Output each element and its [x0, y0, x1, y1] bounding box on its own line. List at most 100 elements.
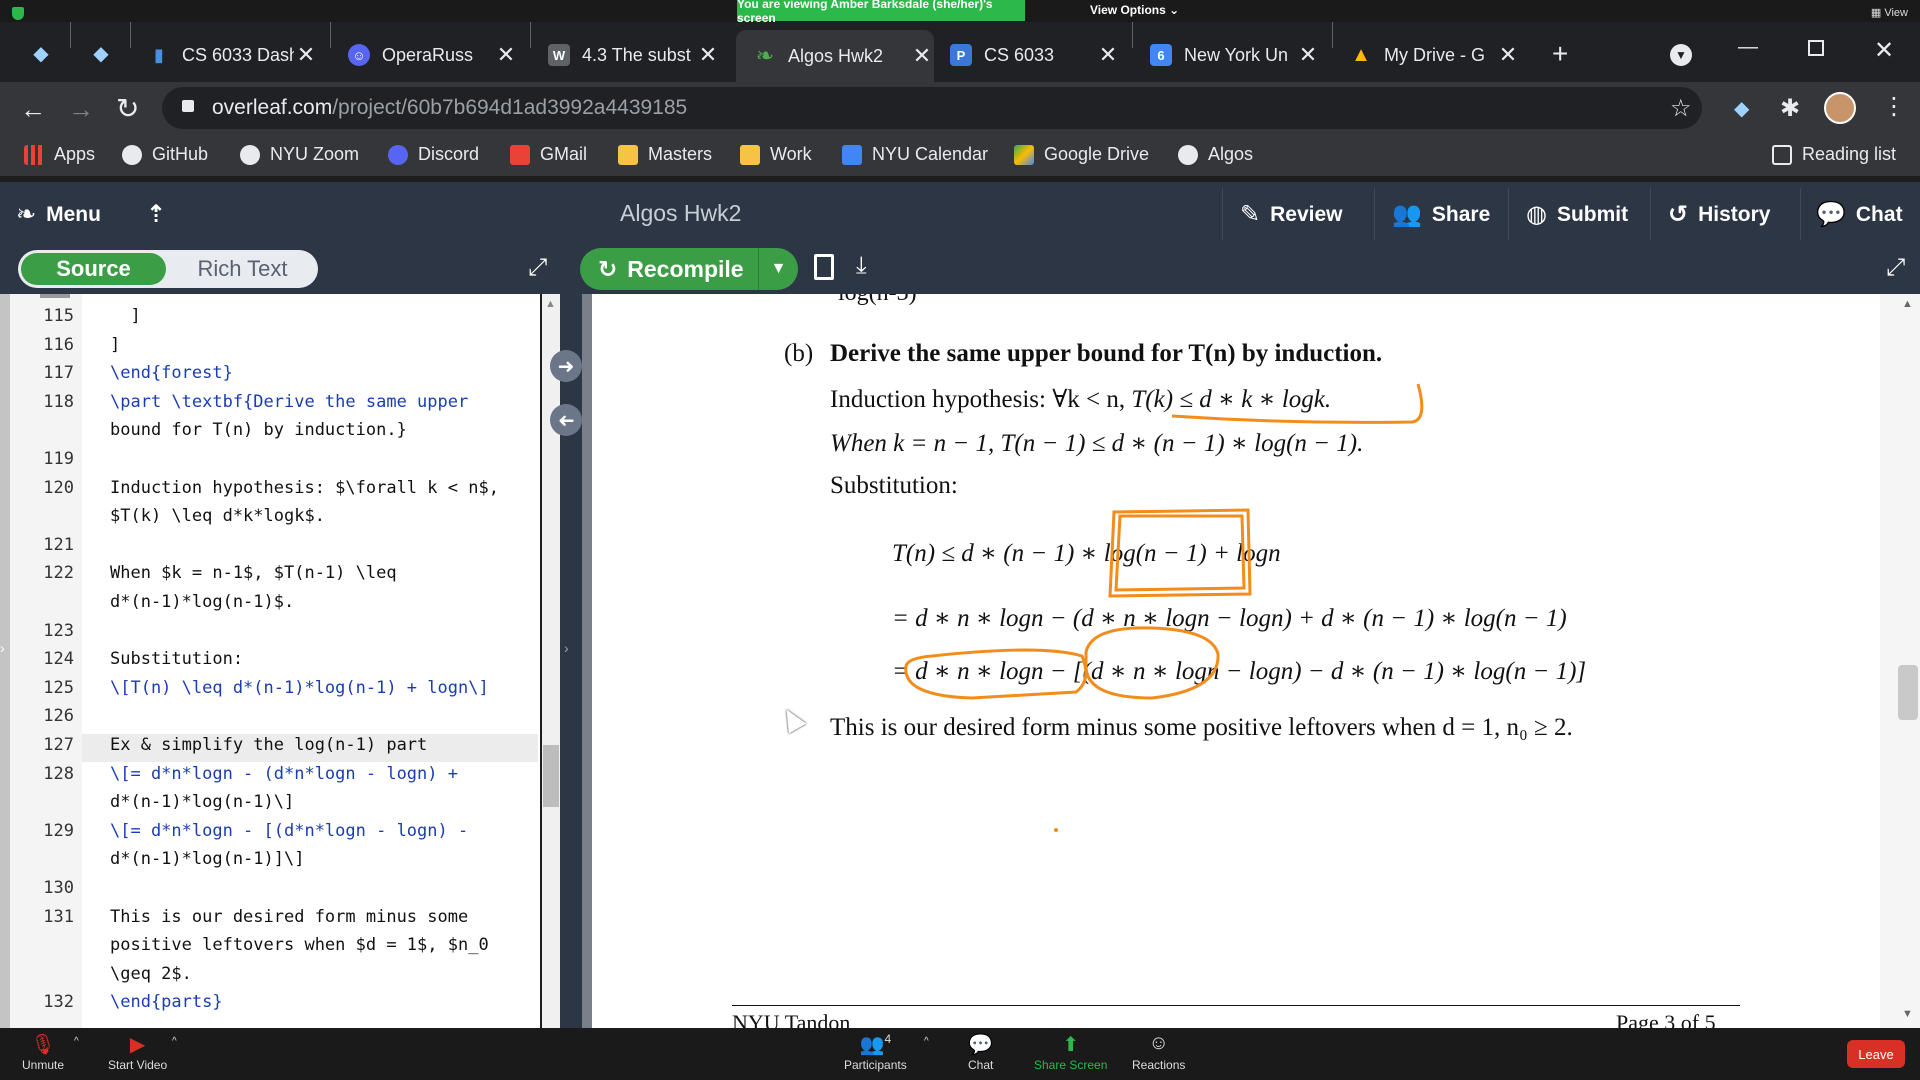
- participants-button[interactable]: 👥4 Participants: [844, 1032, 907, 1072]
- expand-pdf-icon[interactable]: ⤢: [1886, 254, 1905, 282]
- tab-operaruss[interactable]: ☺ OperaRuss ✕: [348, 32, 518, 78]
- back-button[interactable]: ←: [20, 94, 46, 125]
- review-button[interactable]: ✎ Review: [1240, 200, 1342, 229]
- star-icon[interactable]: ☆: [1670, 94, 1692, 123]
- upload-arrow-button[interactable]: ⇡: [146, 200, 176, 229]
- code-line[interactable]: This is our desired form minus some: [110, 907, 468, 927]
- menu-button[interactable]: ❧ Menu: [16, 200, 101, 229]
- code-line[interactable]: \geq 2$.: [110, 964, 192, 984]
- tab-algos-hwk2[interactable]: ❧ Algos Hwk2 ✕: [736, 30, 934, 82]
- left-expand-arrow-icon[interactable]: ›: [0, 640, 5, 656]
- collapse-arrow-icon[interactable]: ›: [564, 640, 569, 656]
- unmute-button[interactable]: 🎙 Unmute: [22, 1032, 64, 1072]
- reading-list-button[interactable]: Reading list: [1772, 144, 1896, 165]
- chat-button-zoom[interactable]: 💬 Chat: [968, 1032, 993, 1072]
- bookmark-apps[interactable]: Apps: [24, 144, 95, 165]
- new-tab-button[interactable]: +: [1552, 38, 1568, 70]
- view-button[interactable]: ▦ View: [1871, 6, 1908, 19]
- tab-cs6033-dash[interactable]: ▮ CS 6033 Dash ✕: [148, 32, 318, 78]
- bookmark-google-drive[interactable]: Google Drive: [1014, 144, 1149, 165]
- scroll-up-arrow[interactable]: ▲: [545, 298, 556, 310]
- close-icon[interactable]: ✕: [696, 42, 720, 68]
- code-line[interactable]: ]: [110, 335, 120, 355]
- code-line[interactable]: positive leftovers when $d = 1$, $n_0: [110, 935, 489, 955]
- minimize-button[interactable]: —: [1738, 36, 1758, 59]
- bookmark-github[interactable]: GitHub: [122, 144, 208, 165]
- tab-new-york-university[interactable]: 6 New York Un ✕: [1150, 32, 1320, 78]
- file-tree-collapsed[interactable]: [0, 294, 10, 1028]
- history-button[interactable]: ↺ History: [1668, 200, 1770, 229]
- code-line[interactable]: d*(n-1)*log(n-1)$.: [110, 592, 294, 612]
- pdf-scrollbar-thumb[interactable]: [1898, 665, 1918, 720]
- start-video-button[interactable]: ▶ Start Video: [108, 1032, 167, 1072]
- rich-text-mode-button[interactable]: Rich Text: [175, 253, 310, 285]
- code-line[interactable]: d*(n-1)*log(n-1)\]: [110, 792, 294, 812]
- chat-button[interactable]: 💬 Chat: [1816, 200, 1903, 229]
- code-line[interactable]: \part \textbf{Derive the same upper: [110, 392, 468, 412]
- close-icon[interactable]: ✕: [910, 43, 934, 69]
- code-line[interactable]: d*(n-1)*log(n-1)]\]: [110, 849, 304, 869]
- code-line[interactable]: ]: [110, 306, 140, 326]
- tab-substitution[interactable]: W 4.3 The subst ✕: [548, 32, 720, 78]
- download-icon[interactable]: ⤓: [856, 252, 867, 280]
- bookmark-work[interactable]: Work: [740, 144, 812, 165]
- tab-my-drive[interactable]: ▲ My Drive - G ✕: [1350, 32, 1520, 78]
- code-line[interactable]: When $k = n-1$, $T(n-1) \leq: [110, 563, 397, 583]
- sync-to-pdf-button[interactable]: ➜: [550, 350, 582, 382]
- participants-options-caret[interactable]: ^: [924, 1036, 929, 1047]
- bookmark-discord[interactable]: Discord: [388, 144, 479, 165]
- leave-button[interactable]: Leave: [1847, 1040, 1905, 1068]
- code-line[interactable]: \end{parts}: [110, 992, 223, 1012]
- document-icon[interactable]: [814, 254, 834, 280]
- bookmark-algos[interactable]: Algos: [1178, 144, 1253, 165]
- close-icon[interactable]: ✕: [1096, 42, 1120, 68]
- bookmark-nyu-calendar[interactable]: NYU Calendar: [842, 144, 988, 165]
- pdf-scroll-up-arrow[interactable]: ▲: [1902, 298, 1913, 310]
- share-button[interactable]: 👥 Share: [1392, 200, 1490, 229]
- bookmark-masters[interactable]: Masters: [618, 144, 712, 165]
- code-line[interactable]: bound for T(n) by induction.}: [110, 420, 407, 440]
- recompile-options-caret[interactable]: ▼: [758, 248, 798, 290]
- bookmark-gmail[interactable]: GMail: [510, 144, 587, 165]
- editor-scrollbar-thumb[interactable]: [543, 745, 559, 807]
- extension-diamond-icon[interactable]: ◆: [1734, 96, 1749, 121]
- project-title[interactable]: Algos Hwk2: [620, 200, 741, 227]
- tab-cs6033[interactable]: P CS 6033 ✕: [950, 32, 1120, 78]
- code-line[interactable]: $T(k) \leq d*k*logk$.: [110, 506, 325, 526]
- restore-button[interactable]: [1808, 40, 1824, 56]
- code-line[interactable]: \end{forest}: [110, 363, 233, 383]
- forward-button[interactable]: →: [68, 94, 94, 125]
- close-icon[interactable]: ✕: [1296, 42, 1320, 68]
- share-screen-button[interactable]: ⬆ Share Screen: [1034, 1032, 1107, 1072]
- close-icon[interactable]: ✕: [494, 42, 518, 68]
- code-line[interactable]: Substitution:: [110, 649, 243, 669]
- avatar[interactable]: [1824, 92, 1856, 124]
- pdf-scroll-down-arrow[interactable]: ▼: [1902, 1008, 1913, 1020]
- expand-editor-icon[interactable]: ⤢: [528, 254, 547, 282]
- puzzle-icon[interactable]: ✱: [1780, 94, 1800, 123]
- recompile-button[interactable]: ↻ Recompile ▼: [580, 248, 798, 290]
- close-window-button[interactable]: ✕: [1874, 36, 1894, 65]
- kebab-menu-icon[interactable]: ⋮: [1882, 92, 1906, 121]
- code-line[interactable]: \[= d*n*logn - (d*n*logn - logn) +: [110, 764, 458, 784]
- code-line[interactable]: \[= d*n*logn - [(d*n*logn - logn) -: [110, 821, 468, 841]
- pdf-scrollbar[interactable]: [1880, 294, 1920, 1028]
- audio-options-caret[interactable]: ^: [74, 1036, 79, 1047]
- close-icon[interactable]: ✕: [1496, 42, 1520, 68]
- code-line[interactable]: Ex & simplify the log(n-1) part: [110, 735, 427, 755]
- pinned-tab-2[interactable]: ◆: [88, 40, 114, 66]
- view-options-button[interactable]: View Options ⌄: [1090, 3, 1179, 17]
- submit-button[interactable]: ◍ Submit: [1526, 200, 1628, 229]
- url-text[interactable]: overleaf.com/project/60b7b694d1ad3992a44…: [212, 96, 687, 120]
- pdf-page[interactable]: log(n-3) (b) Derive the same upper bound…: [592, 294, 1880, 1028]
- sync-to-code-button[interactable]: ➜: [550, 404, 582, 436]
- pinned-tab-1[interactable]: ◆: [28, 40, 54, 66]
- code-line[interactable]: \[T(n) \leq d*(n-1)*log(n-1) + logn\]: [110, 678, 489, 698]
- source-mode-button[interactable]: Source: [21, 253, 166, 285]
- reload-button[interactable]: ↻: [116, 92, 139, 125]
- video-options-caret[interactable]: ^: [172, 1036, 177, 1047]
- bookmark-nyu-zoom[interactable]: NYU Zoom: [240, 144, 359, 165]
- code-line[interactable]: Induction hypothesis: $\forall k < n$,: [110, 478, 499, 498]
- tab-search-button[interactable]: ▼: [1670, 44, 1692, 66]
- close-icon[interactable]: ✕: [294, 42, 318, 68]
